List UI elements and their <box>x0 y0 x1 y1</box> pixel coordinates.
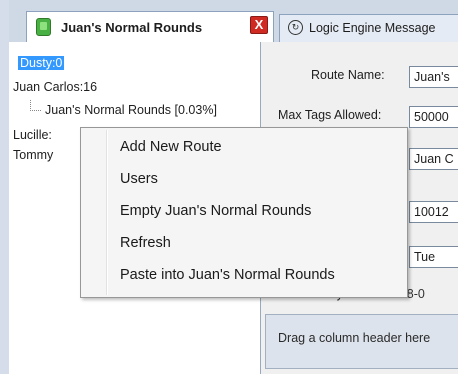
menu-item-paste-into-route[interactable]: Paste into Juan's Normal Rounds <box>83 262 405 290</box>
tree-branch-line <box>30 100 41 111</box>
id-input[interactable]: 10012 <box>409 201 458 223</box>
logic-engine-icon: ↻ <box>288 20 303 35</box>
menu-item-add-new-route[interactable]: Add New Route <box>83 134 405 162</box>
tab-label: Juan's Normal Rounds <box>61 20 203 35</box>
route-name-label: Route Name: <box>311 68 385 82</box>
tab-label: Logic Engine Message <box>309 21 436 35</box>
menu-item-users[interactable]: Users <box>83 166 405 194</box>
tab-logic-engine-message[interactable]: ↻ Logic Engine Message <box>279 14 458 42</box>
tree-item-tommy[interactable]: Tommy <box>13 148 53 162</box>
route-name-input[interactable]: Juan's <box>409 66 458 88</box>
drag-hint: Drag a column header here <box>278 331 431 345</box>
menu-item-label: Empty Juan's Normal Rounds <box>120 203 312 219</box>
max-tags-input[interactable]: 50000 <box>409 106 458 128</box>
tree-item-route[interactable]: Juan's Normal Rounds [0.03%] <box>45 103 217 117</box>
tree-item-dusty[interactable]: Dusty:0 <box>18 56 65 70</box>
menu-item-label: Refresh <box>120 235 171 251</box>
document-icon <box>36 18 51 36</box>
day-input[interactable]: Tue <box>409 246 458 268</box>
owner-input[interactable]: Juan C <box>409 148 458 170</box>
max-tags-label: Max Tags Allowed: <box>278 108 382 122</box>
tab-bar: Juan's Normal Rounds X ↻ Logic Engine Me… <box>9 0 458 42</box>
menu-item-empty-route[interactable]: Empty Juan's Normal Rounds <box>83 198 405 226</box>
close-icon[interactable]: X <box>250 16 268 34</box>
menu-item-label: Users <box>120 171 158 187</box>
tree-item-juan-carlos[interactable]: Juan Carlos:16 <box>13 80 97 94</box>
group-by-panel[interactable]: Drag a column header here <box>265 314 458 369</box>
menu-item-refresh[interactable]: Refresh <box>83 230 405 258</box>
tab-juans-normal-rounds[interactable]: Juan's Normal Rounds X <box>26 11 274 42</box>
context-menu: Add New Route Users Empty Juan's Normal … <box>80 127 408 298</box>
menu-item-label: Add New Route <box>120 139 222 155</box>
tree-item-lucille[interactable]: Lucille: <box>13 128 52 142</box>
menu-item-label: Paste into Juan's Normal Rounds <box>120 267 335 283</box>
